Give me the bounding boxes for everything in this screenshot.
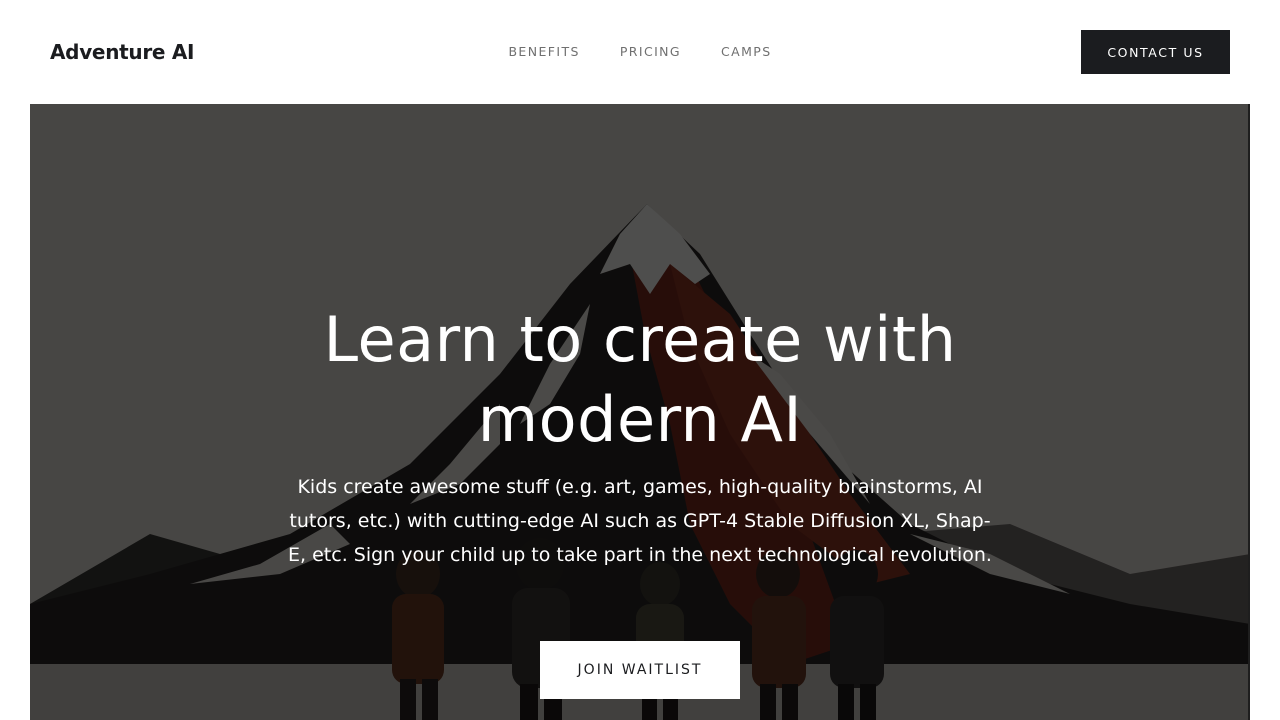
hero-content: Learn to create with modern AI Kids crea… <box>30 104 1248 720</box>
hero-section: Learn to create with modern AI Kids crea… <box>30 104 1250 720</box>
site-header: Adventure AI BENEFITS PRICING CAMPS CONT… <box>0 0 1280 104</box>
nav-link-pricing[interactable]: PRICING <box>620 42 681 62</box>
hero-subtitle: Kids create awesome stuff (e.g. art, gam… <box>288 476 992 566</box>
nav-link-benefits[interactable]: BENEFITS <box>508 42 579 62</box>
hero-title: Learn to create with modern AI <box>323 303 957 456</box>
nav-link-camps[interactable]: CAMPS <box>721 42 772 62</box>
contact-us-button[interactable]: CONTACT US <box>1081 30 1230 74</box>
join-waitlist-button[interactable]: JOIN WAITLIST <box>540 641 740 699</box>
